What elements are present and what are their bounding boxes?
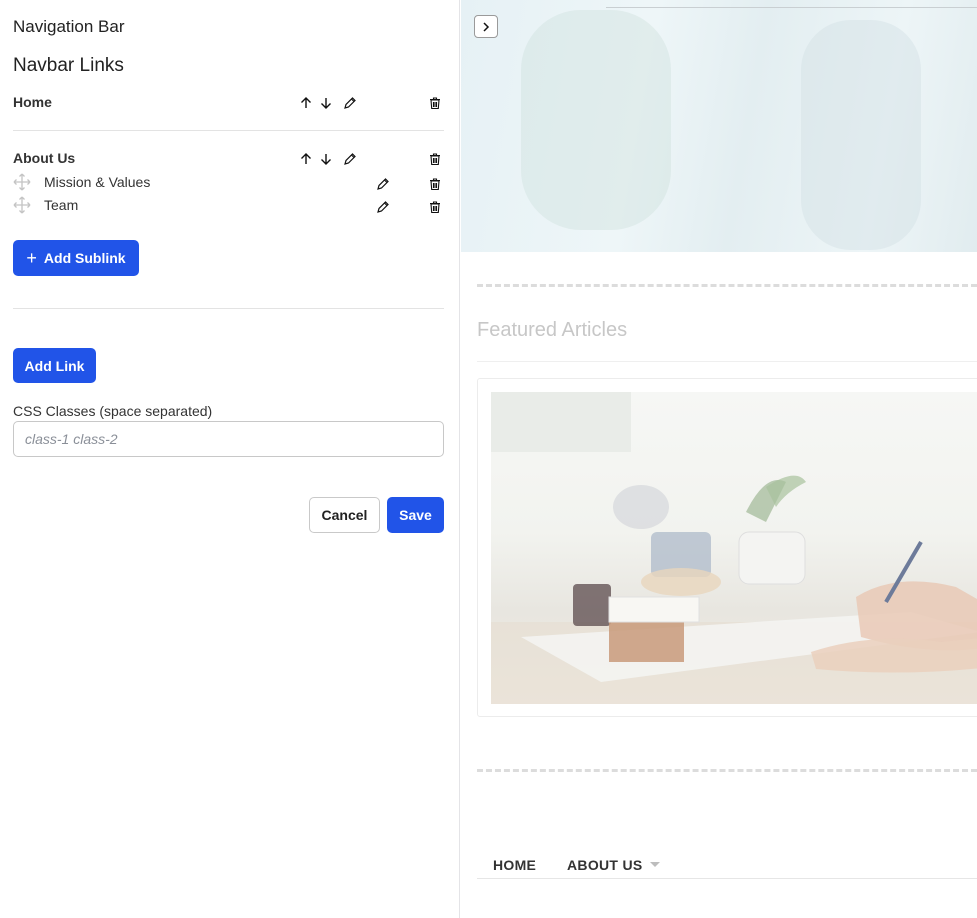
- sublink-label: Team: [44, 197, 79, 213]
- trash-icon[interactable]: [427, 199, 443, 215]
- add-link-button[interactable]: Add Link: [13, 348, 96, 383]
- divider: [13, 308, 444, 309]
- move-handle-icon[interactable]: [13, 173, 31, 191]
- pencil-icon[interactable]: [375, 176, 391, 192]
- pencil-icon[interactable]: [375, 199, 391, 215]
- nav-item-home[interactable]: HOME: [493, 857, 536, 873]
- panel-title: Navigation Bar: [13, 17, 125, 36]
- nav-item-about-us[interactable]: ABOUT US: [567, 857, 643, 873]
- page-preview: Featured Articles HOME ABOUT US: [461, 0, 977, 918]
- divider: [13, 130, 444, 131]
- navbar-link-about-us: About Us: [13, 148, 444, 168]
- pencil-icon[interactable]: [342, 151, 358, 167]
- article-image: [491, 392, 977, 704]
- navbar-editor-panel: Navigation Bar Navbar Links Home About U…: [0, 0, 460, 918]
- pencil-icon[interactable]: [342, 95, 358, 111]
- arrow-up-icon[interactable]: [298, 95, 314, 111]
- arrow-down-icon[interactable]: [318, 151, 334, 167]
- link-label: About Us: [13, 150, 76, 166]
- section-separator: [477, 284, 977, 287]
- sublink-mission-values: Mission & Values: [13, 172, 444, 192]
- css-classes-input[interactable]: [13, 421, 444, 457]
- sublink-label: Mission & Values: [44, 174, 151, 190]
- add-sublink-label: Add Sublink: [43, 250, 126, 266]
- article-card[interactable]: [477, 378, 977, 717]
- move-handle-icon[interactable]: [13, 196, 31, 214]
- arrow-down-icon[interactable]: [318, 95, 334, 111]
- trash-icon[interactable]: [427, 151, 443, 167]
- navbar-link-home: Home: [13, 92, 444, 112]
- preview-navbar: HOME ABOUT US: [477, 850, 977, 879]
- featured-articles-heading: Featured Articles: [477, 319, 628, 341]
- sublink-team: Team: [13, 195, 444, 215]
- hero-image: [461, 0, 977, 252]
- caret-down-icon[interactable]: [650, 862, 660, 867]
- link-label: Home: [13, 94, 52, 110]
- chevron-right-icon: [483, 21, 490, 32]
- add-sublink-button[interactable]: + Add Sublink: [13, 240, 139, 276]
- section-separator: [477, 769, 977, 772]
- save-button[interactable]: Save: [387, 497, 444, 533]
- cancel-button[interactable]: Cancel: [309, 497, 380, 533]
- trash-icon[interactable]: [427, 176, 443, 192]
- expand-panel-button[interactable]: [474, 15, 498, 38]
- trash-icon[interactable]: [427, 95, 443, 111]
- section-title: Navbar Links: [13, 55, 124, 76]
- arrow-up-icon[interactable]: [298, 151, 314, 167]
- plus-icon: +: [26, 248, 37, 268]
- css-classes-label: CSS Classes (space separated): [13, 403, 213, 419]
